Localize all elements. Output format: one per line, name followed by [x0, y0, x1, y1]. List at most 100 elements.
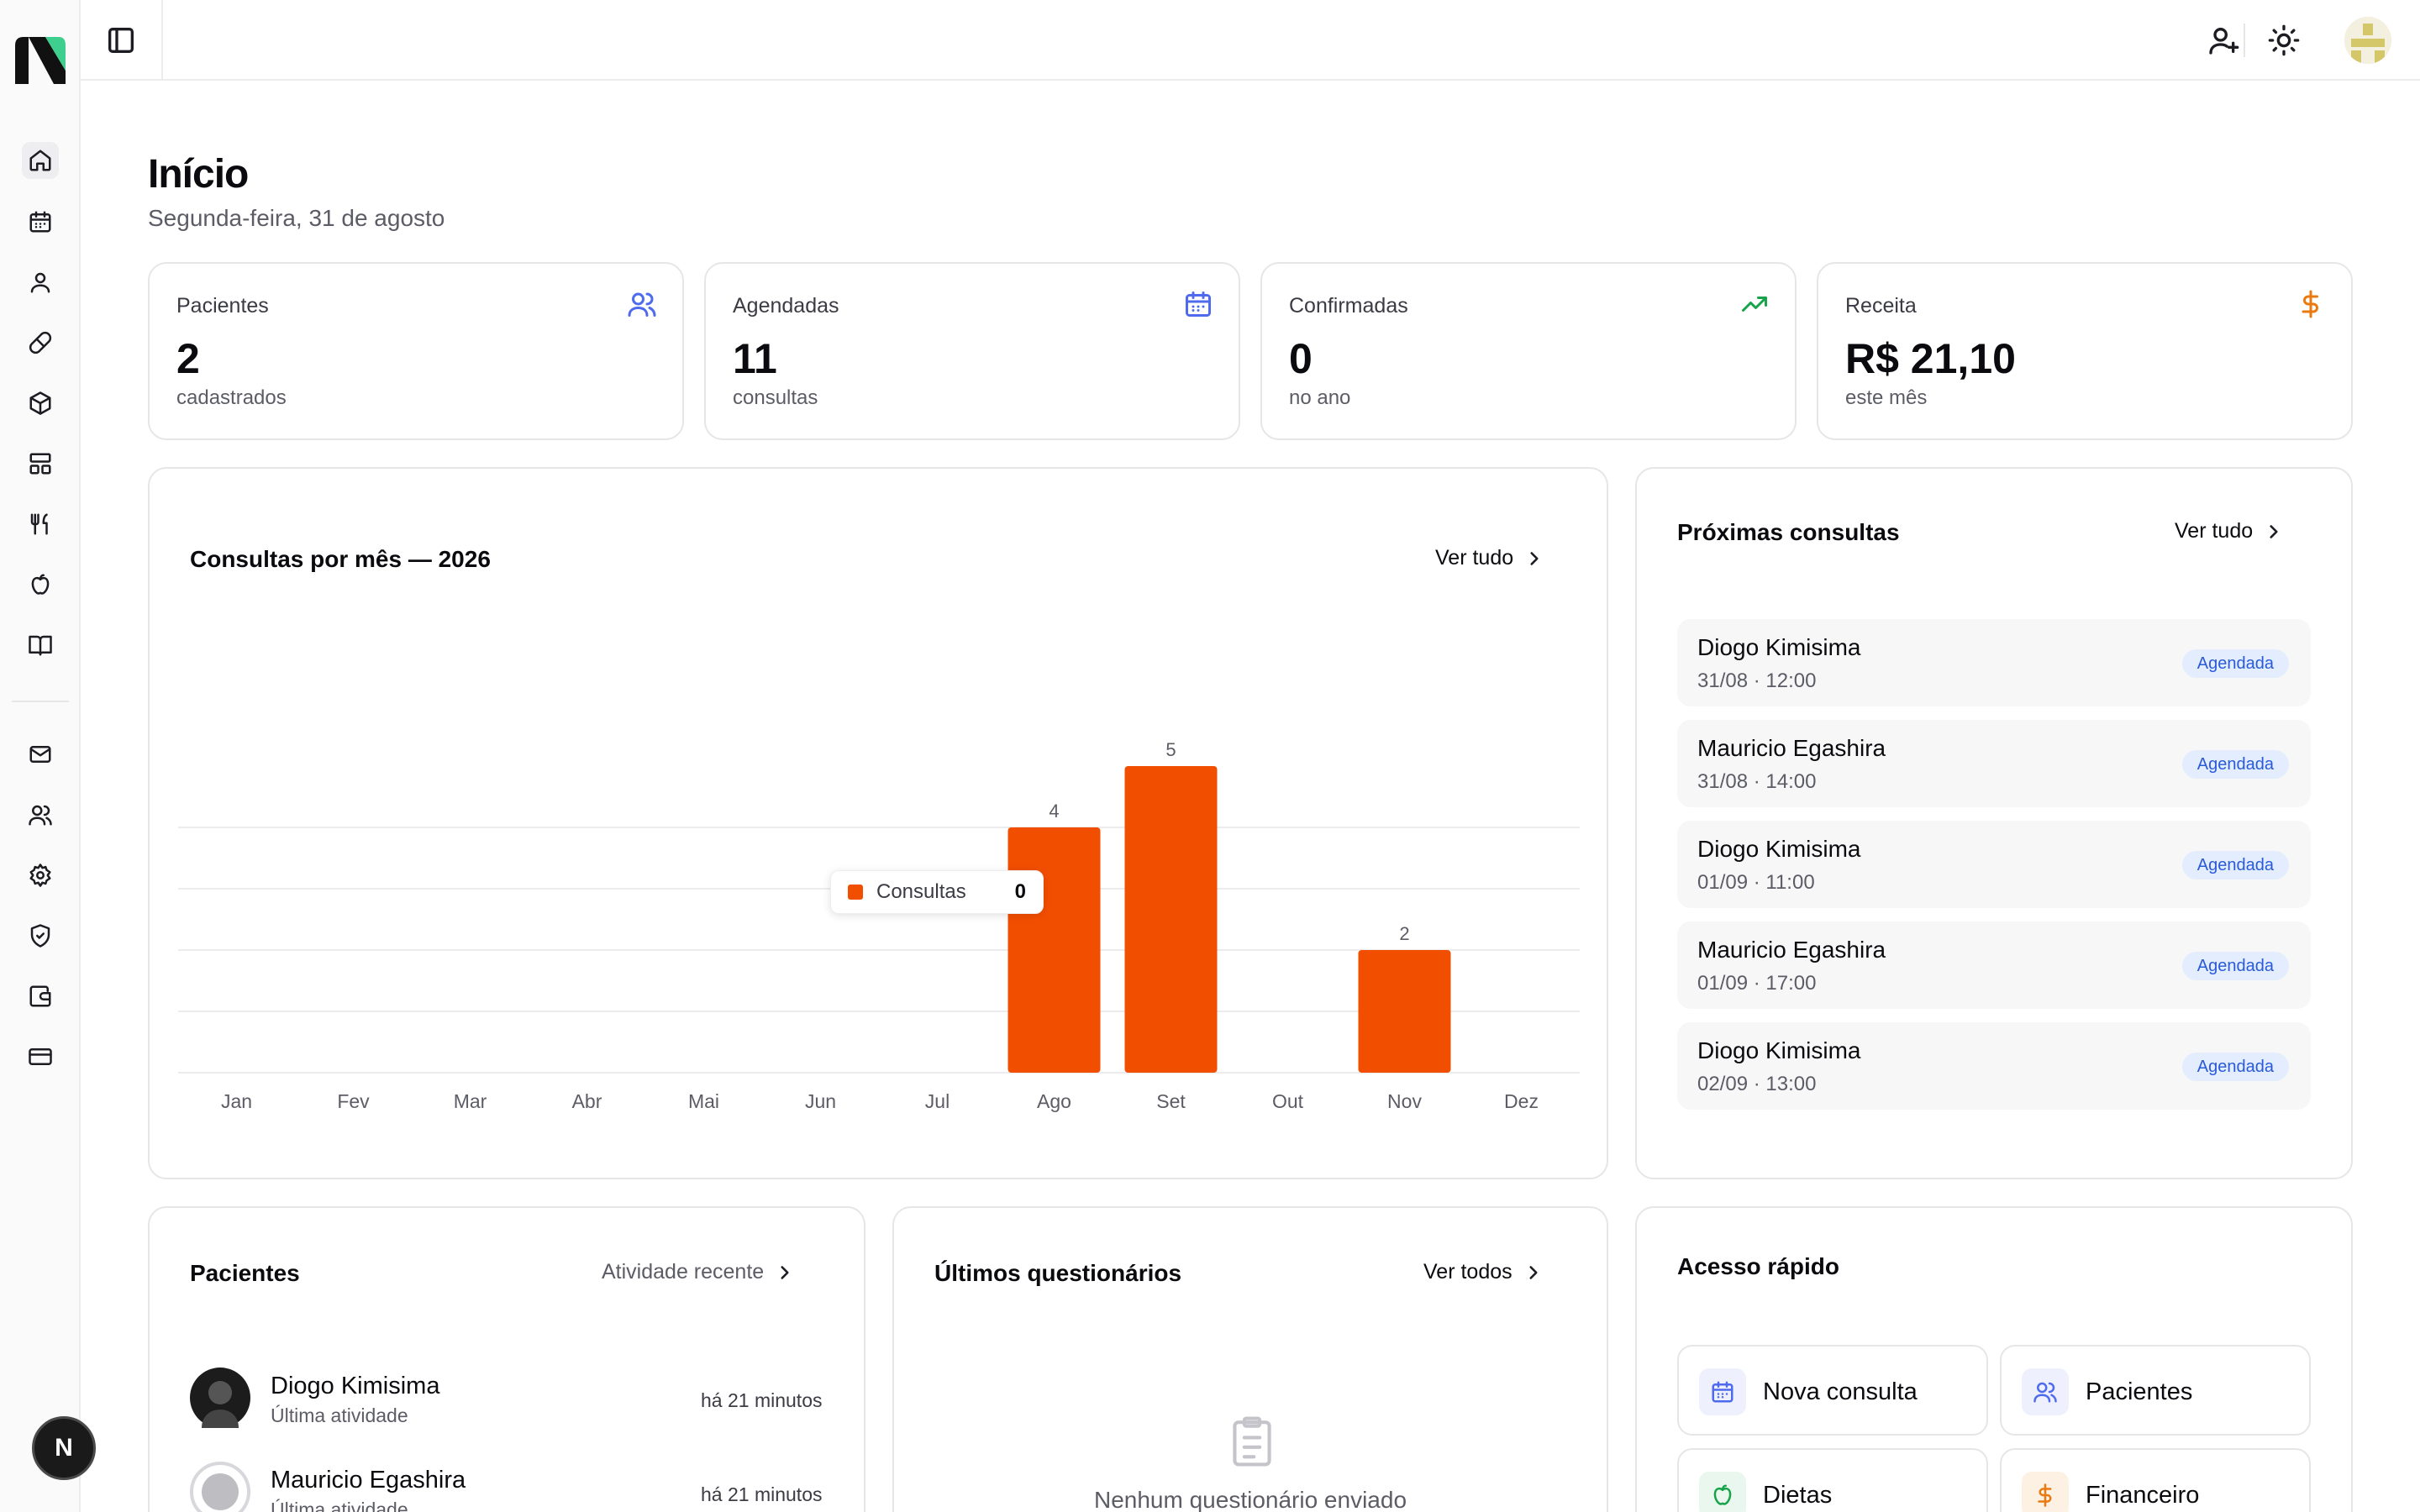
users-icon [2022, 1368, 2069, 1415]
credit-card-icon[interactable] [22, 1038, 59, 1075]
appointment-time: 01/09 · 11:00 [1697, 871, 1815, 894]
page-title: Início [148, 152, 249, 197]
utensils-icon[interactable] [22, 506, 59, 543]
patients-title: Pacientes [190, 1260, 300, 1286]
settings-icon[interactable] [22, 857, 59, 894]
calendar-icon [1183, 289, 1213, 319]
stat-value: 11 [733, 335, 777, 382]
appointment-name: Diogo Kimisima [1697, 634, 1861, 660]
stat-value: R$ 21,10 [1845, 335, 2016, 382]
apple-icon[interactable] [22, 566, 59, 603]
patient-name[interactable]: Diogo Kimisima [271, 1373, 439, 1400]
dollar-icon [2296, 289, 2326, 319]
user-avatar[interactable] [2344, 17, 2391, 64]
empty-state-text: Nenhum questionário enviado [1093, 1487, 1407, 1512]
user-icon[interactable] [22, 264, 59, 301]
book-icon[interactable] [22, 627, 59, 664]
link-label: Ver tudo [2175, 519, 2254, 543]
quick-financeiro-button[interactable]: Financeiro [2000, 1448, 2311, 1512]
calendar-icon [1699, 1368, 1746, 1415]
stat-value: 0 [1289, 335, 1313, 382]
apple-icon [1699, 1472, 1746, 1512]
patient-time: há 21 minutos [701, 1389, 823, 1411]
appointment-time: 01/09 · 17:00 [1697, 972, 1817, 995]
stat-value: 2 [176, 335, 200, 382]
quick-dietas-button[interactable]: Dietas [1677, 1448, 1988, 1512]
appointment-item[interactable]: Mauricio Egashira 01/09 · 17:00 Agendada [1677, 921, 2311, 1009]
status-badge: Agendada [2181, 649, 2289, 678]
patients-activity-link[interactable]: Atividade recente [602, 1260, 796, 1284]
topbar-divider [161, 0, 163, 79]
avatar[interactable] [190, 1462, 250, 1512]
quick-pacientes-button[interactable]: Pacientes [2000, 1345, 2311, 1436]
chart-card: Consultas por mês — 2026 Ver tudo [148, 467, 1608, 1179]
patient-time: há 21 minutos [701, 1483, 823, 1505]
wallet-icon[interactable] [22, 978, 59, 1015]
home-icon[interactable] [22, 142, 59, 179]
calendar-icon[interactable] [22, 203, 59, 240]
questionnaires-card: Últimos questionários Ver todos Nenhum q… [892, 1206, 1608, 1512]
clipboard-icon [1233, 1416, 1271, 1467]
appointment-name: Diogo Kimisima [1697, 836, 1861, 862]
chevron-right-icon [2270, 524, 2278, 538]
chevron-right-icon [1529, 1265, 1538, 1279]
trending-up-icon [1739, 289, 1770, 319]
quick-label: Dietas [1763, 1482, 1833, 1509]
appointment-time: 31/08 · 12:00 [1697, 669, 1817, 692]
layout-icon[interactable] [22, 445, 59, 482]
patient-sub: Última atividade [271, 1404, 408, 1426]
avatar[interactable] [190, 1368, 250, 1428]
package-icon[interactable] [22, 385, 59, 422]
appointment-item[interactable]: Mauricio Egashira 31/08 · 14:00 Agendada [1677, 720, 2311, 807]
stat-card-agendadas[interactable]: Agendadas 11 consultas [704, 262, 1240, 440]
questionnaires-title: Últimos questionários [934, 1260, 1182, 1286]
sidebar-toggle-icon[interactable] [104, 24, 138, 57]
status-badge: Agendada [2181, 851, 2289, 879]
sidebar [0, 0, 81, 1512]
stat-card-receita[interactable]: Receita R$ 21,10 este mês [1817, 262, 2353, 440]
quick-nova-consulta-button[interactable]: Nova consulta [1677, 1345, 1988, 1436]
chart-tooltip: Consultas 0 [830, 870, 1044, 914]
bottom-n-badge[interactable]: N [32, 1416, 96, 1480]
patient-name[interactable]: Mauricio Egashira [271, 1467, 466, 1494]
stat-card-confirmadas[interactable]: Confirmadas 0 no ano [1260, 262, 1797, 440]
appointment-name: Mauricio Egashira [1697, 735, 1886, 761]
chevron-right-icon [1530, 551, 1539, 565]
pill-icon[interactable] [22, 324, 59, 361]
mail-icon[interactable] [22, 736, 59, 773]
stat-sub: cadastrados [176, 386, 287, 409]
users-icon [627, 289, 657, 319]
appointment-item[interactable]: Diogo Kimisima 02/09 · 13:00 Agendada [1677, 1022, 2311, 1110]
quick-label: Nova consulta [1763, 1378, 1918, 1405]
chart-title: Consultas por mês — 2026 [190, 546, 491, 572]
appointment-time: 31/08 · 14:00 [1697, 770, 1817, 793]
status-badge: Agendada [2181, 1053, 2289, 1081]
stat-label: Receita [1845, 294, 1917, 318]
link-label: Ver todos [1423, 1260, 1512, 1284]
link-label: Ver tudo [1435, 546, 1514, 570]
appointment-time: 02/09 · 13:00 [1697, 1073, 1817, 1095]
questionnaires-view-all-link[interactable]: Ver todos [1423, 1260, 1544, 1284]
tooltip-series-name: Consultas [876, 880, 966, 903]
link-label: Atividade recente [602, 1260, 765, 1284]
chevron-right-icon [781, 1265, 789, 1279]
stat-card-pacientes[interactable]: Pacientes 2 cadastrados [148, 262, 684, 440]
appointment-name: Diogo Kimisima [1697, 1037, 1861, 1063]
status-badge: Agendada [2181, 750, 2289, 779]
upcoming-view-all-link[interactable]: Ver tudo [2175, 519, 2285, 543]
patients-card: Pacientes Atividade recente [148, 1206, 865, 1512]
users-icon[interactable] [22, 796, 59, 833]
dollar-icon [2022, 1472, 2069, 1512]
add-user-icon[interactable] [2207, 24, 2240, 57]
stat-label: Pacientes [176, 294, 269, 318]
appointment-item[interactable]: Diogo Kimisima 31/08 · 12:00 Agendada [1677, 619, 2311, 706]
appointment-item[interactable]: Diogo Kimisima 01/09 · 11:00 Agendada [1677, 821, 2311, 908]
chart-view-all-link[interactable]: Ver tudo [1435, 546, 1545, 570]
stat-sub: consultas [733, 386, 818, 409]
theme-toggle-icon[interactable] [2267, 24, 2301, 57]
app-logo[interactable] [12, 32, 69, 89]
quick-access-title: Acesso rápido [1677, 1253, 1839, 1279]
shield-check-icon[interactable] [22, 917, 59, 954]
stat-label: Agendadas [733, 294, 839, 318]
tooltip-value: 0 [1014, 880, 1026, 903]
